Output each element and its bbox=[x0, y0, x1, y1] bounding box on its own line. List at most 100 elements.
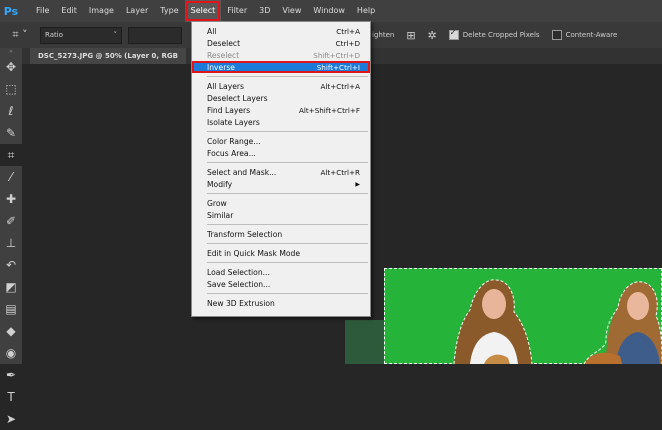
menu-type[interactable]: Type bbox=[154, 0, 184, 22]
menu-item-label: Transform Selection bbox=[207, 229, 283, 239]
photo-background-partial bbox=[345, 320, 384, 364]
crop-tool-icon[interactable]: ⌗ bbox=[0, 144, 22, 166]
pen-tool-icon[interactable]: ✒ bbox=[0, 364, 22, 386]
ratio-select[interactable]: Ratio ˅ bbox=[40, 26, 122, 44]
document-image[interactable] bbox=[384, 268, 662, 364]
menu-item-find-layers[interactable]: Find Layers Alt+Shift+Ctrl+F bbox=[192, 104, 370, 116]
menu-file[interactable]: File bbox=[30, 0, 55, 22]
blur-tool-icon[interactable]: ◆ bbox=[0, 320, 22, 342]
content-aware-checkbox[interactable]: Content-Aware bbox=[551, 30, 618, 40]
crop-options: ighten ⊞ ✲ Delete Cropped Pixels Content… bbox=[372, 22, 617, 48]
menu-item-transform-selection[interactable]: Transform Selection bbox=[192, 228, 370, 240]
clone-stamp-tool-icon[interactable]: ⊥ bbox=[0, 232, 22, 254]
menu-item-similar[interactable]: Similar bbox=[192, 209, 370, 221]
menu-item-label: Inverse bbox=[207, 62, 235, 72]
select-menu-dropdown: All Ctrl+A Deselect Ctrl+D Reselect Shift+Ctr… bbox=[191, 21, 371, 317]
tools-panel: » ✥ ⬚ ℓ ✎ ⌗ ⁄ ✚ ✐ ⊥ ↶ ◩ ▤ ◆ ◉ ✒ T ➤ bbox=[0, 48, 23, 426]
menu-view[interactable]: View bbox=[276, 0, 307, 22]
menu-item-edit-in-quick-mask-mode[interactable]: Edit in Quick Mask Mode bbox=[192, 247, 370, 259]
menu-layer[interactable]: Layer bbox=[120, 0, 154, 22]
menu-item-label: Modify bbox=[207, 179, 233, 189]
menu-item-shortcut: Alt+Ctrl+A bbox=[320, 81, 360, 91]
menu-item-label: Color Range... bbox=[207, 136, 261, 146]
menu-3d[interactable]: 3D bbox=[253, 0, 276, 22]
menu-item-color-range[interactable]: Color Range... bbox=[192, 135, 370, 147]
menu-item-modify[interactable]: Modify ▶ bbox=[192, 178, 370, 190]
menu-window[interactable]: Window bbox=[307, 0, 351, 22]
menu-item-deselect-layers[interactable]: Deselect Layers bbox=[192, 92, 370, 104]
eraser-tool-icon[interactable]: ◩ bbox=[0, 276, 22, 298]
menu-item-label: New 3D Extrusion bbox=[207, 298, 275, 308]
healing-brush-tool-icon[interactable]: ✚ bbox=[0, 188, 22, 210]
menu-item-label: Edit in Quick Mask Mode bbox=[207, 248, 301, 258]
menu-item-label: Save Selection... bbox=[207, 279, 271, 289]
menu-item-all[interactable]: All Ctrl+A bbox=[192, 25, 370, 37]
gradient-tool-icon[interactable]: ▤ bbox=[0, 298, 22, 320]
menu-edit[interactable]: Edit bbox=[55, 0, 83, 22]
menu-item-shortcut: Shift+Ctrl+D bbox=[313, 50, 360, 60]
menu-separator bbox=[207, 224, 368, 225]
menu-item-isolate-layers[interactable]: Isolate Layers bbox=[192, 116, 370, 128]
content-aware-label: Content-Aware bbox=[565, 31, 618, 39]
gear-icon[interactable]: ✲ bbox=[428, 29, 437, 42]
menu-item-label: Reselect bbox=[207, 50, 240, 60]
menu-item-save-selection[interactable]: Save Selection... bbox=[192, 278, 370, 290]
marquee-tool-icon[interactable]: ⬚ bbox=[0, 78, 22, 100]
quick-select-tool-icon[interactable]: ✎ bbox=[0, 122, 22, 144]
menu-item-all-layers[interactable]: All Layers Alt+Ctrl+A bbox=[192, 80, 370, 92]
menu-separator bbox=[207, 262, 368, 263]
tool-list: ✥ ⬚ ℓ ✎ ⌗ ⁄ ✚ ✐ ⊥ ↶ ◩ ▤ ◆ ◉ ✒ T ➤ bbox=[0, 56, 22, 430]
menu-item-label: Deselect Layers bbox=[207, 93, 268, 103]
menu-item-reselect[interactable]: Reselect Shift+Ctrl+D bbox=[192, 49, 370, 61]
document-tab[interactable]: DSC_5273.JPG @ 50% (Layer 0, RGB bbox=[30, 48, 186, 64]
dodge-tool-icon[interactable]: ◉ bbox=[0, 342, 22, 364]
menu-image[interactable]: Image bbox=[83, 0, 120, 22]
type-tool-icon[interactable]: T bbox=[0, 386, 22, 408]
photo-people-illustration bbox=[453, 279, 662, 364]
menu-item-grow[interactable]: Grow bbox=[192, 197, 370, 209]
delete-cropped-pixels-label: Delete Cropped Pixels bbox=[462, 31, 540, 39]
history-brush-tool-icon[interactable]: ↶ bbox=[0, 254, 22, 276]
submenu-arrow-icon: ▶ bbox=[355, 180, 360, 188]
ratio-width-input[interactable] bbox=[128, 26, 182, 44]
menu-item-label: Focus Area... bbox=[207, 148, 256, 158]
brush-tool-icon[interactable]: ✐ bbox=[0, 210, 22, 232]
menu-separator bbox=[207, 293, 368, 294]
crop-tool-preset-icon[interactable]: ⌗ ˅ bbox=[0, 28, 40, 42]
menu-help[interactable]: Help bbox=[351, 0, 381, 22]
menu-item-shortcut: Shift+Ctrl+I bbox=[316, 62, 360, 72]
menu-item-select-and-mask[interactable]: Select and Mask... Alt+Ctrl+R bbox=[192, 166, 370, 178]
menu-item-inverse[interactable]: Inverse Shift+Ctrl+I bbox=[192, 61, 370, 73]
panel-collapse-icon[interactable]: » bbox=[0, 48, 22, 56]
menu-item-new-3d-extrusion[interactable]: New 3D Extrusion bbox=[192, 297, 370, 309]
menu-item-load-selection[interactable]: Load Selection... bbox=[192, 266, 370, 278]
menu-item-shortcut: Ctrl+A bbox=[336, 26, 360, 36]
checkbox-checked-icon bbox=[448, 28, 459, 40]
menu-item-label: Deselect bbox=[207, 38, 241, 48]
menu-bar: Ps File Edit Image Layer Type Select Filter 3D V… bbox=[0, 0, 662, 22]
menu-item-label: Isolate Layers bbox=[207, 117, 260, 127]
menu-item-deselect[interactable]: Deselect Ctrl+D bbox=[192, 37, 370, 49]
eyedropper-tool-icon[interactable]: ⁄ bbox=[0, 166, 22, 188]
path-select-tool-icon[interactable]: ➤ bbox=[0, 408, 22, 430]
lasso-tool-icon[interactable]: ℓ bbox=[0, 100, 22, 122]
grid-overlay-icon[interactable]: ⊞ bbox=[406, 29, 415, 42]
photoshop-logo: Ps bbox=[3, 4, 19, 18]
menu-item-label: Grow bbox=[207, 198, 227, 208]
menu-select[interactable]: Select bbox=[184, 0, 222, 22]
straighten-button[interactable]: ighten bbox=[372, 31, 394, 39]
menu-separator bbox=[207, 243, 368, 244]
menu-item-label: All bbox=[207, 26, 217, 36]
menu-item-focus-area[interactable]: Focus Area... bbox=[192, 147, 370, 159]
menu-filter[interactable]: Filter bbox=[221, 0, 253, 22]
menu-item-shortcut: Alt+Shift+Ctrl+F bbox=[298, 105, 360, 115]
menu-separator bbox=[207, 162, 368, 163]
move-tool-icon[interactable]: ✥ bbox=[0, 56, 22, 78]
chevron-down-icon: ˅ bbox=[113, 31, 118, 39]
menu-item-label: Find Layers bbox=[207, 105, 251, 115]
menu-separator bbox=[207, 76, 368, 77]
menu-items: File Edit Image Layer Type Select Filter 3D View… bbox=[30, 0, 381, 22]
menu-separator bbox=[207, 193, 368, 194]
delete-cropped-pixels-checkbox[interactable]: Delete Cropped Pixels bbox=[448, 28, 540, 40]
menu-separator bbox=[207, 131, 368, 132]
